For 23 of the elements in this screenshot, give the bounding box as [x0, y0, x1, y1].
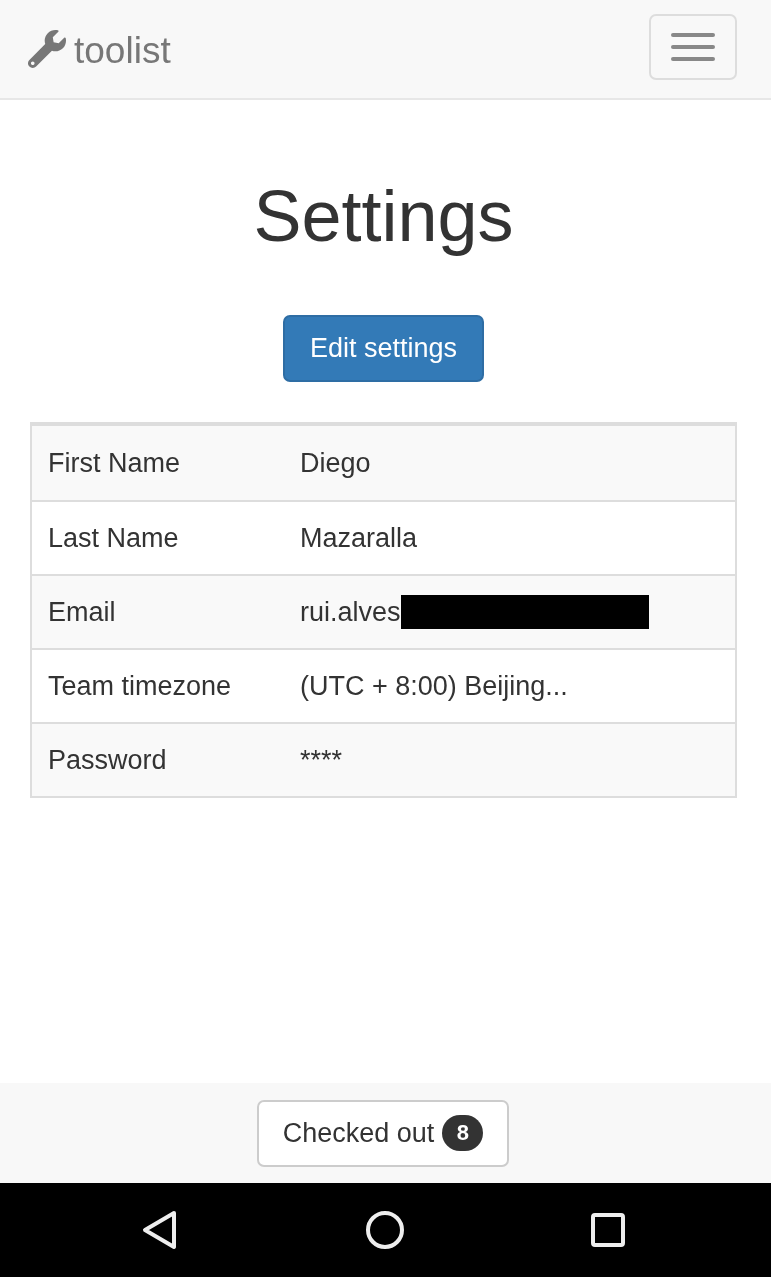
count-badge: 8 — [442, 1115, 484, 1151]
home-icon[interactable] — [364, 1210, 405, 1250]
wrench-icon — [28, 30, 66, 68]
checked-out-button[interactable]: Checked out 8 — [256, 1099, 510, 1167]
brand-name: toolist — [74, 31, 171, 69]
edit-settings-button[interactable]: Edit settings — [282, 315, 485, 382]
recents-icon[interactable] — [591, 1213, 625, 1247]
back-icon[interactable] — [142, 1210, 178, 1250]
row-value: (UTC + 8:00) Beijing... — [300, 670, 568, 702]
row-label: Team timezone — [47, 670, 233, 702]
row-value: Diego — [300, 447, 371, 479]
row-label: Last Name — [47, 522, 180, 554]
row-label: Password — [47, 744, 168, 776]
row-value: **** — [300, 744, 343, 776]
row-value: Mazaralla — [300, 522, 418, 554]
row-label: First Name — [47, 447, 181, 479]
brand-link[interactable]: toolist — [28, 29, 171, 69]
row-value: rui.alves — [300, 596, 401, 628]
row-label: Email — [47, 596, 117, 628]
checked-out-label: Checked out — [282, 1117, 435, 1149]
menu-button[interactable] — [649, 14, 737, 80]
page-title: Settings — [253, 176, 514, 256]
menu-icon — [671, 33, 715, 61]
